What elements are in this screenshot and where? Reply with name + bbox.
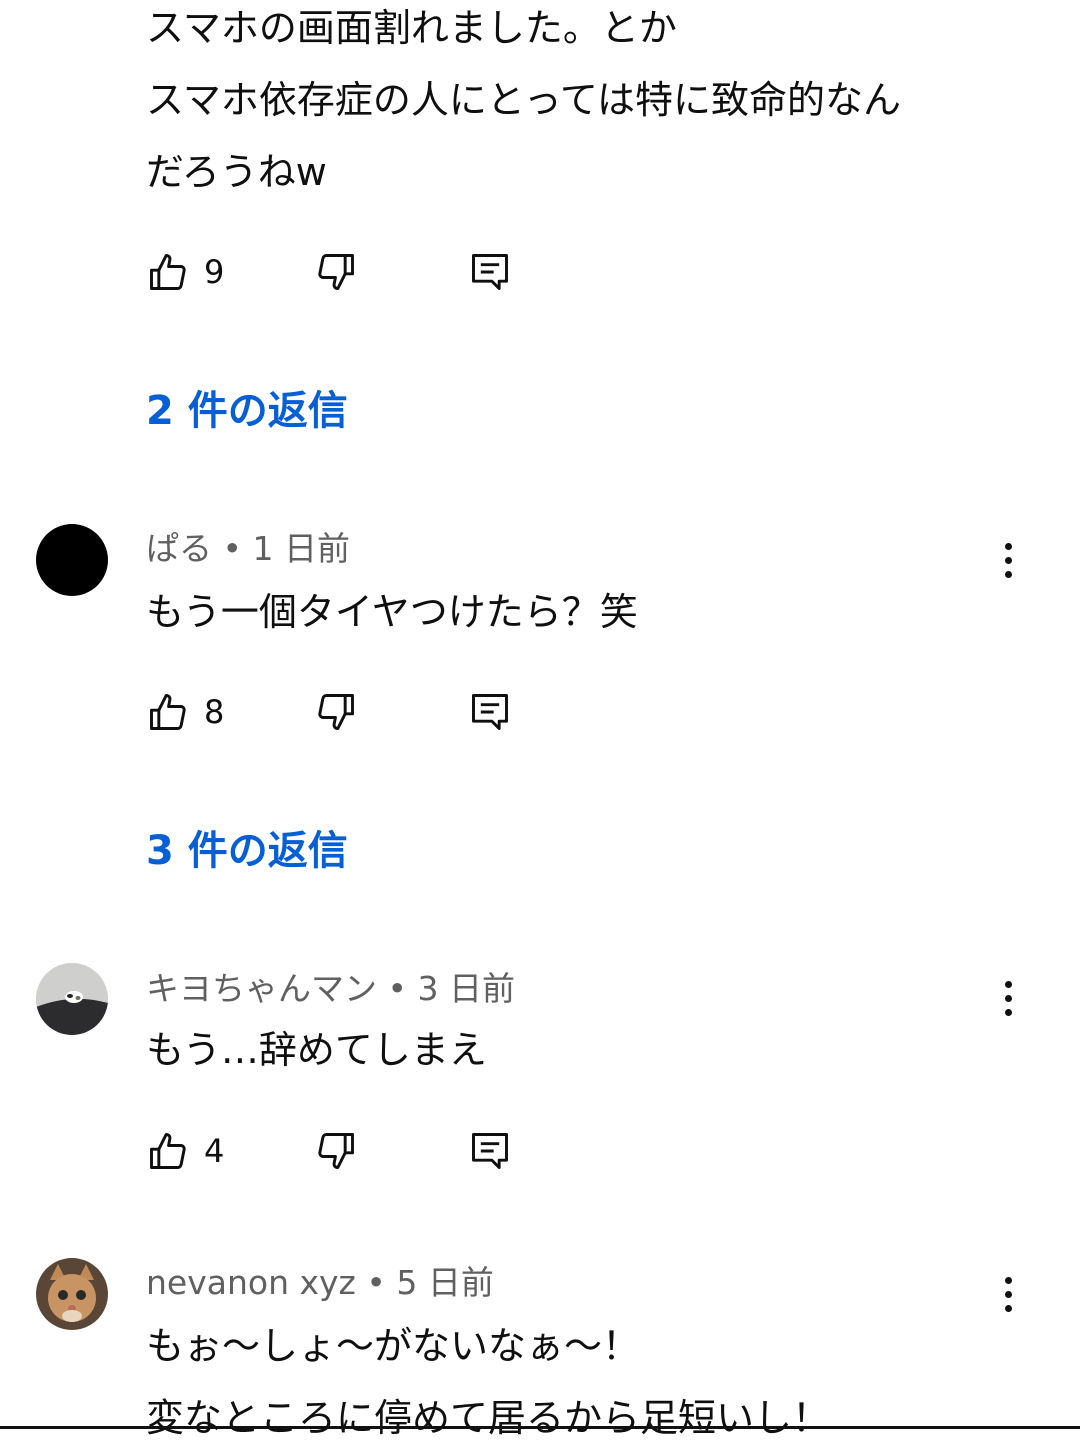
kitten-photo-icon bbox=[36, 1258, 108, 1330]
comment-text-line: もう…辞めてしまえ bbox=[146, 1028, 487, 1072]
reply-button[interactable] bbox=[468, 690, 512, 734]
comment-meta: キヨちゃんマン • 3 日前 bbox=[146, 962, 515, 1010]
comment-text-line: だろうねw bbox=[146, 150, 327, 194]
comment-icon bbox=[472, 1133, 508, 1169]
comment-actions: 8 bbox=[146, 690, 566, 740]
view-replies-link[interactable]: 3 件の返信 bbox=[146, 818, 348, 876]
avatar[interactable] bbox=[36, 963, 108, 1035]
thumb-up-icon bbox=[150, 254, 186, 290]
more-vert-icon[interactable] bbox=[988, 1264, 1028, 1324]
more-vert-icon[interactable] bbox=[988, 968, 1028, 1028]
thumb-down-icon bbox=[318, 694, 354, 730]
like-button[interactable]: 8 bbox=[146, 690, 224, 734]
author-name[interactable]: キヨちゃんマン bbox=[146, 969, 377, 1008]
comment-text-line: スマホ依存症の人にとっては特に致命的なん bbox=[146, 78, 902, 122]
comment-actions: 9 bbox=[146, 250, 566, 300]
like-count: 4 bbox=[204, 1132, 225, 1170]
comment-meta: nevanon xyz • 5 日前 bbox=[146, 1256, 494, 1304]
cat-photo-icon bbox=[36, 963, 108, 1035]
timestamp[interactable]: 5 日前 bbox=[396, 1263, 494, 1302]
dislike-button[interactable] bbox=[314, 250, 358, 294]
author-name[interactable]: nevanon xyz bbox=[146, 1263, 356, 1302]
comment-icon bbox=[472, 694, 508, 730]
comment-icon bbox=[472, 254, 508, 290]
comment-text-line: 変なところに停めて居るから足短いし！ bbox=[146, 1396, 831, 1440]
thumb-down-icon bbox=[318, 254, 354, 290]
separator: • bbox=[387, 969, 407, 1008]
comment-text-line: スマホの画面割れました。とか bbox=[146, 6, 677, 50]
comment-actions: 4 bbox=[146, 1129, 566, 1179]
avatar[interactable] bbox=[36, 1258, 108, 1330]
author-name[interactable]: ぱる bbox=[146, 529, 212, 568]
like-button[interactable]: 9 bbox=[146, 250, 224, 294]
dislike-button[interactable] bbox=[314, 1129, 358, 1173]
separator: • bbox=[366, 1263, 386, 1302]
comment-meta: ぱる • 1 日前 bbox=[146, 522, 350, 570]
comment-text-line: もぉ～しょ～がないなぁ～！ bbox=[146, 1324, 641, 1368]
dislike-button[interactable] bbox=[314, 690, 358, 734]
comment-text-line: もう一個タイヤつけたら？笑 bbox=[146, 590, 638, 634]
thumb-down-icon bbox=[318, 1133, 354, 1169]
like-count: 8 bbox=[204, 693, 225, 731]
more-vert-icon[interactable] bbox=[988, 530, 1028, 590]
avatar[interactable] bbox=[36, 524, 108, 596]
like-button[interactable]: 4 bbox=[146, 1129, 224, 1173]
like-count: 9 bbox=[204, 253, 225, 291]
thumb-up-icon bbox=[150, 694, 186, 730]
timestamp[interactable]: 3 日前 bbox=[417, 969, 515, 1008]
thumb-up-icon bbox=[150, 1133, 186, 1169]
reply-button[interactable] bbox=[468, 250, 512, 294]
view-replies-link[interactable]: 2 件の返信 bbox=[146, 378, 348, 436]
reply-button[interactable] bbox=[468, 1129, 512, 1173]
separator: • bbox=[222, 529, 242, 568]
timestamp[interactable]: 1 日前 bbox=[252, 529, 350, 568]
